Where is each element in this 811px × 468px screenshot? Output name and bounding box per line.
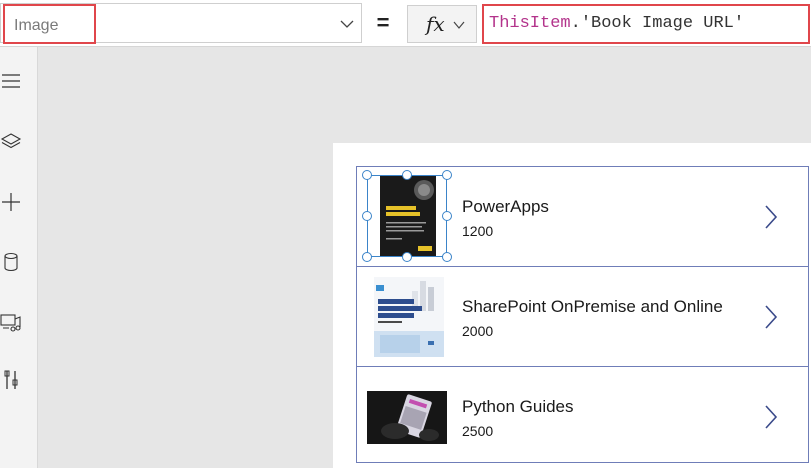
fx-icon: fx [426,12,445,36]
tools-icon[interactable] [0,369,22,391]
book-cover-image[interactable] [367,391,447,444]
selection-frame [367,175,447,257]
resize-handle[interactable] [362,211,372,221]
item-subtitle: 2000 [462,323,494,339]
left-rail [0,47,38,468]
chevron-down-icon [453,21,465,29]
resize-handle[interactable] [442,211,452,221]
formula-rest: .'Book Image URL' [570,14,745,33]
resize-handle[interactable] [442,252,452,262]
gallery[interactable]: PowerApps 1200 SharePoint OnPremise and … [356,166,809,463]
property-value: Image [14,17,59,34]
item-subtitle: 2500 [462,423,494,439]
gallery-row[interactable]: Python Guides 2500 [357,367,808,467]
resize-handle[interactable] [362,170,372,180]
formula-bar: Image = fx ThisItem.'Book Image URL' [0,0,811,47]
item-title: PowerApps [462,197,549,216]
chevron-right-icon[interactable] [763,203,779,231]
layers-icon[interactable] [0,131,22,153]
item-subtitle: 1200 [462,223,494,239]
plus-icon[interactable] [0,191,22,213]
fx-button[interactable]: fx [407,5,477,43]
resize-handle[interactable] [402,252,412,262]
book-cover-image[interactable] [374,277,444,357]
gallery-row[interactable]: SharePoint OnPremise and Online 2000 [357,267,808,367]
resize-handle[interactable] [442,170,452,180]
formula-input[interactable]: ThisItem.'Book Image URL' [482,4,810,44]
chevron-right-icon[interactable] [763,303,779,331]
item-title: SharePoint OnPremise and Online [462,297,723,316]
media-icon[interactable] [0,311,22,333]
gallery-row[interactable]: PowerApps 1200 [357,167,808,267]
item-title: Python Guides [462,397,574,416]
chevron-right-icon[interactable] [763,403,779,431]
chevron-down-icon[interactable] [340,17,354,31]
formula-text: ThisItem.'Book Image URL' [489,14,744,33]
database-icon[interactable] [0,251,22,273]
property-dropdown[interactable]: Image [0,3,362,44]
equals-sign: = [376,10,390,35]
resize-handle[interactable] [362,252,372,262]
hamburger-icon[interactable] [0,70,22,92]
formula-keyword: ThisItem [489,14,571,33]
resize-handle[interactable] [402,170,412,180]
